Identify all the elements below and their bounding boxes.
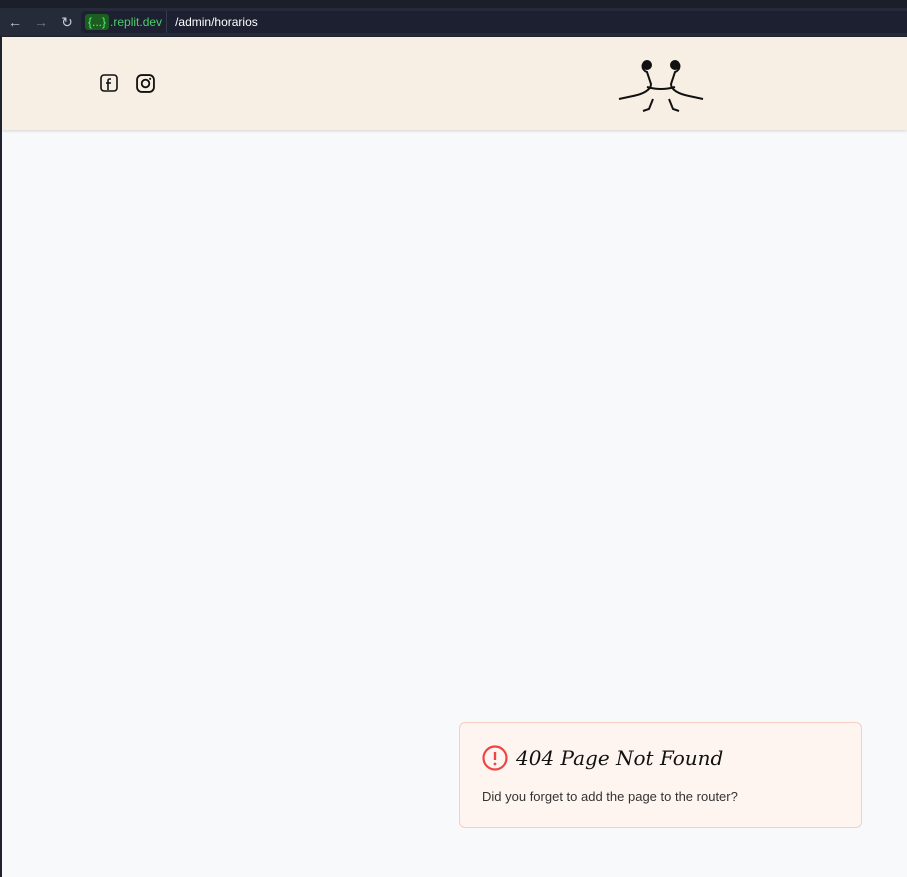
browser-toolbar: ← → ↻ {...} .replit.dev /admin/horarios — [0, 8, 907, 36]
url-path: /admin/horarios — [175, 15, 258, 29]
address-bar[interactable]: {...} .replit.dev /admin/horarios — [81, 11, 907, 33]
error-card: 404 Page Not Found Did you forget to add… — [459, 722, 862, 828]
back-icon[interactable]: ← — [4, 14, 26, 30]
domain-badge: {...} — [85, 14, 110, 30]
logo-roosters-icon — [618, 60, 704, 112]
page: 404 Page Not Found Did you forget to add… — [2, 37, 907, 877]
instagram-icon[interactable] — [136, 74, 155, 93]
forward-icon[interactable]: → — [30, 14, 52, 30]
facebook-icon[interactable] — [100, 74, 118, 92]
error-title: 404 Page Not Found — [516, 746, 724, 770]
site-header — [2, 37, 907, 130]
reload-icon[interactable]: ↻ — [56, 14, 78, 31]
alert-circle-icon — [482, 745, 508, 771]
domain: .replit.dev — [109, 11, 168, 33]
error-message: Did you forget to add the page to the ro… — [482, 789, 738, 804]
